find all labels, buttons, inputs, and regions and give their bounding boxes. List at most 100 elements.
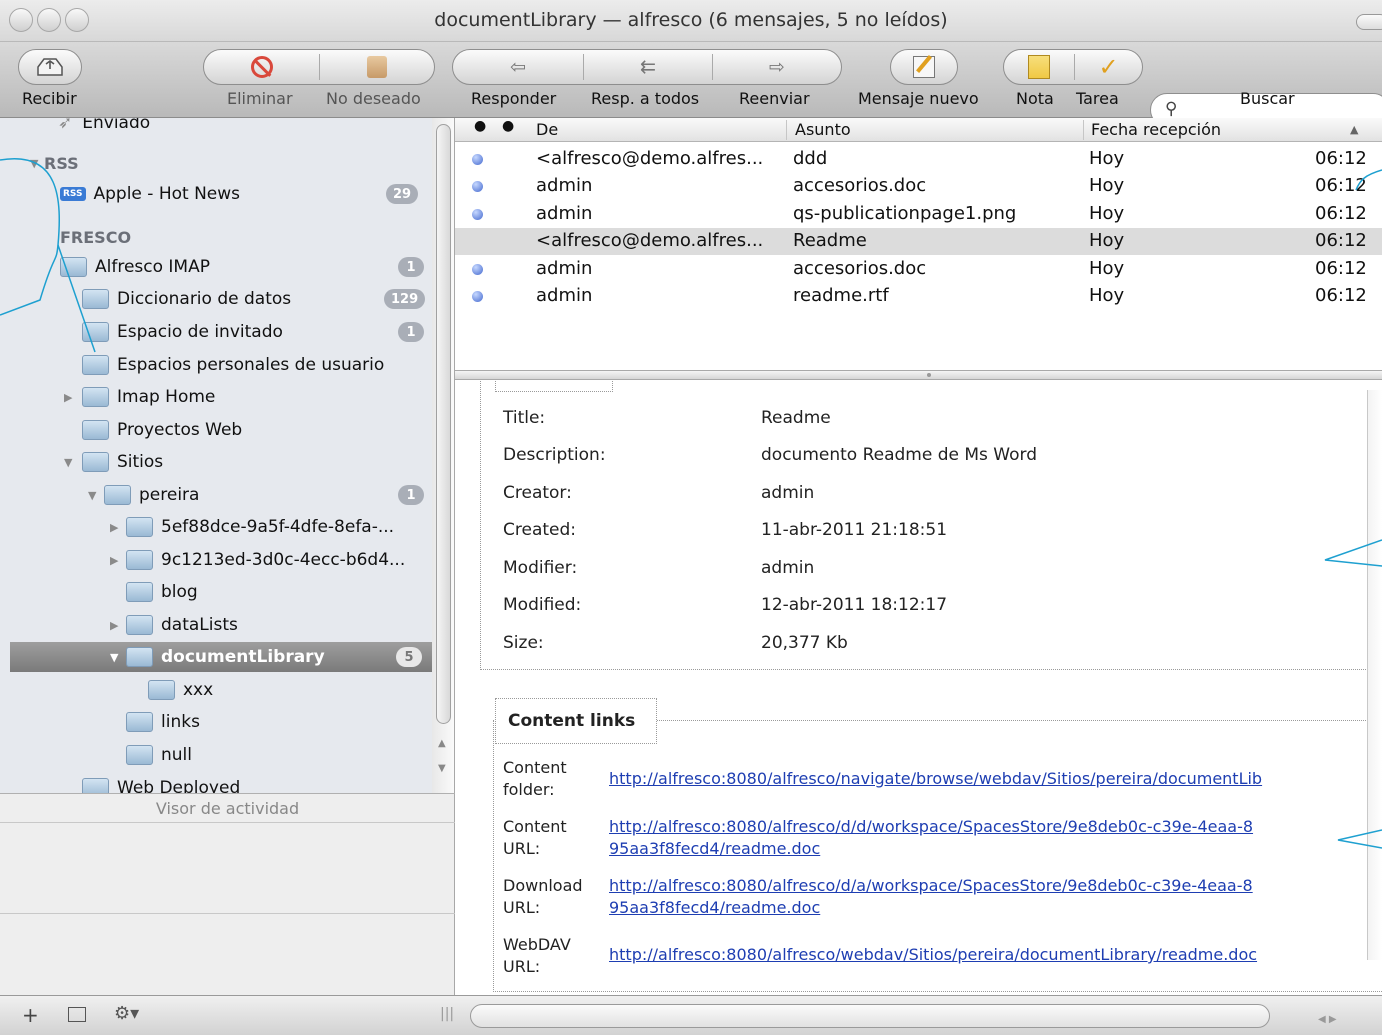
link-label: URL: — [503, 839, 541, 858]
folder-icon — [126, 647, 153, 667]
mail-window: documentLibrary — alfresco (6 mensajes, … — [0, 0, 1382, 1035]
preview-horizontal-scrollbar[interactable] — [470, 1004, 1270, 1028]
content-url-link-cont[interactable]: 95aa3f8fecd4/readme.doc — [609, 839, 820, 858]
sidebar-item-links[interactable]: links — [126, 707, 200, 737]
disclosure-triangle-icon: ▼ — [30, 156, 39, 170]
sidebar-scroll-thumb[interactable] — [436, 124, 451, 724]
content-folder-link[interactable]: http://alfresco:8080/alfresco/navigate/b… — [609, 769, 1262, 788]
message-row[interactable]: <alfresco@demo.alfres... ddd Hoy 06:12 — [455, 146, 1382, 173]
note-button[interactable] — [1004, 50, 1074, 84]
sort-ascending-icon: ▲ — [1350, 123, 1359, 136]
unread-column-icon[interactable]: ● — [474, 118, 486, 134]
sidebar-item-apple-hot-news[interactable]: RSS Apple - Hot News — [60, 179, 240, 209]
delete-button[interactable] — [204, 50, 319, 84]
message-row-selected[interactable]: <alfresco@demo.alfres... Readme Hoy 06:1… — [455, 228, 1382, 255]
sidebar-item-alfresco-imap[interactable]: Alfresco IMAP — [60, 252, 210, 282]
flag-column-icon[interactable]: ● — [502, 118, 514, 134]
show-activity-icon[interactable] — [68, 1007, 86, 1022]
resize-grip-icon[interactable]: ||| — [440, 1006, 454, 1022]
disclosure-triangle-icon: ▼ — [110, 650, 119, 664]
reply-button[interactable]: ⇦ — [453, 50, 583, 84]
message-row[interactable]: admin accesorios.doc Hoy 06:12 — [455, 256, 1382, 283]
note-label: Nota — [1016, 89, 1054, 108]
link-label: Content — [503, 817, 567, 836]
sidebar-item-imap-home[interactable]: ▶ Imap Home — [64, 382, 215, 412]
property-label: Title: — [503, 408, 546, 428]
sidebar-item-diccionario-de-datos[interactable]: Diccionario de datos — [82, 284, 291, 314]
get-mail-button[interactable] — [18, 49, 82, 85]
property-label: Creator: — [503, 483, 572, 503]
folder-icon — [82, 778, 109, 793]
toolbar-toggle-button[interactable] — [1356, 14, 1382, 30]
sidebar-item-xxx[interactable]: xxx — [148, 675, 213, 705]
column-header-date[interactable]: Fecha recepción — [1091, 120, 1221, 139]
sidebar-item-sent[interactable]: ➶ Enviado — [58, 118, 150, 138]
link-label: Download — [503, 876, 583, 895]
sidebar-item-blog[interactable]: blog — [126, 577, 198, 607]
sidebar-item-espacio-de-invitado[interactable]: Espacio de invitado — [82, 317, 283, 347]
folder-icon — [82, 322, 109, 342]
link-label: Content — [503, 758, 567, 777]
mailbox-sidebar: ➶ Enviado ▼ RSS RSS Apple - Hot News 29 FRE… — [0, 118, 455, 793]
property-label: Modifier: — [503, 558, 578, 578]
link-label: URL: — [503, 898, 541, 917]
message-subject: readme.rtf — [793, 285, 889, 306]
message-row[interactable]: admin readme.rtf Hoy 06:12 — [455, 283, 1382, 310]
sidebar-item-sitios[interactable]: ▼ Sitios — [64, 447, 163, 477]
property-value: admin — [761, 558, 815, 578]
sidebar-item-label: documentLibrary — [161, 647, 325, 667]
sidebar-item-label: dataLists — [161, 615, 238, 635]
pane-splitter[interactable] — [455, 370, 1382, 380]
sidebar-scrollbar[interactable]: ▲ ▼ — [432, 118, 454, 793]
download-url-link[interactable]: http://alfresco:8080/alfresco/d/a/worksp… — [609, 876, 1253, 895]
sidebar-item-pereira[interactable]: ▼ pereira — [88, 480, 199, 510]
reply-all-arrow-icon: ⇇ — [640, 56, 656, 78]
scroll-arrows-icon[interactable]: ◀ ▶ — [1318, 1014, 1337, 1025]
section-header-rss[interactable]: ▼ RSS — [30, 148, 79, 178]
forward-button[interactable]: ⇨ — [713, 50, 841, 84]
delete-junk-group — [203, 49, 435, 85]
webdav-url-link[interactable]: http://alfresco:8080/alfresco/webdav/Sit… — [609, 945, 1257, 964]
sidebar-item-datalists[interactable]: ▶ dataLists — [110, 610, 238, 640]
sidebar-item-web-deployed[interactable]: Web Deployed — [82, 773, 240, 793]
property-label: Created: — [503, 520, 577, 540]
sidebar-item-label: links — [161, 712, 200, 732]
sidebar-item-proyectos-web[interactable]: Proyectos Web — [82, 415, 242, 445]
sidebar-item-9c1213ed[interactable]: ▶ 9c1213ed-3d0c-4ecc-b6d4... — [110, 545, 405, 575]
disclosure-triangle-icon: ▶ — [110, 618, 119, 632]
message-from: admin — [536, 203, 593, 224]
sidebar-item-5ef88dce[interactable]: ▶ 5ef88dce-9a5f-4dfe-8efa-... — [110, 512, 394, 542]
link-label: URL: — [503, 957, 541, 976]
content-url-link[interactable]: http://alfresco:8080/alfresco/d/d/worksp… — [609, 817, 1253, 836]
delete-label: Eliminar — [227, 89, 293, 108]
message-row[interactable]: admin accesorios.doc Hoy 06:12 — [455, 173, 1382, 200]
folder-icon — [82, 289, 109, 309]
link-label: folder: — [503, 780, 555, 799]
preview-scrollbar[interactable] — [1367, 390, 1382, 960]
sidebar-item-label: Espacio de invitado — [117, 322, 283, 342]
new-message-button[interactable] — [890, 49, 958, 85]
sidebar-item-null[interactable]: null — [126, 740, 192, 770]
junk-button[interactable] — [320, 50, 434, 84]
junk-label: No deseado — [326, 89, 421, 108]
scroll-down-arrow-icon[interactable]: ▼ — [438, 763, 446, 774]
column-header-subject[interactable]: Asunto — [795, 120, 851, 139]
message-date: Hoy — [1089, 203, 1125, 224]
download-url-link-cont[interactable]: 95aa3f8fecd4/readme.doc — [609, 898, 820, 917]
sidebar-item-documentlibrary[interactable]: ▼ documentLibrary — [110, 642, 325, 672]
scroll-up-arrow-icon[interactable]: ▲ — [438, 738, 446, 749]
gear-icon[interactable]: ⚙▾ — [114, 1003, 139, 1024]
unread-count-badge: 5 — [396, 647, 422, 667]
sent-plane-icon: ➶ — [58, 118, 73, 133]
sidebar-item-label: xxx — [183, 680, 214, 700]
sidebar-item-espacios-personales[interactable]: Espacios personales de usuario — [82, 350, 384, 380]
todo-button[interactable]: ✓ — [1075, 50, 1142, 84]
disclosure-triangle-icon: ▶ — [110, 553, 119, 567]
message-row[interactable]: admin qs-publicationpage1.png Hoy 06:12 — [455, 201, 1382, 228]
message-from: admin — [536, 175, 593, 196]
property-value: documento Readme de Ms Word — [761, 445, 1037, 465]
section-header-alfresco[interactable]: FRESCO — [60, 222, 131, 252]
column-header-from[interactable]: De — [536, 120, 558, 139]
reply-all-button[interactable]: ⇇ — [584, 50, 712, 84]
add-mailbox-icon[interactable]: + — [22, 1003, 39, 1027]
